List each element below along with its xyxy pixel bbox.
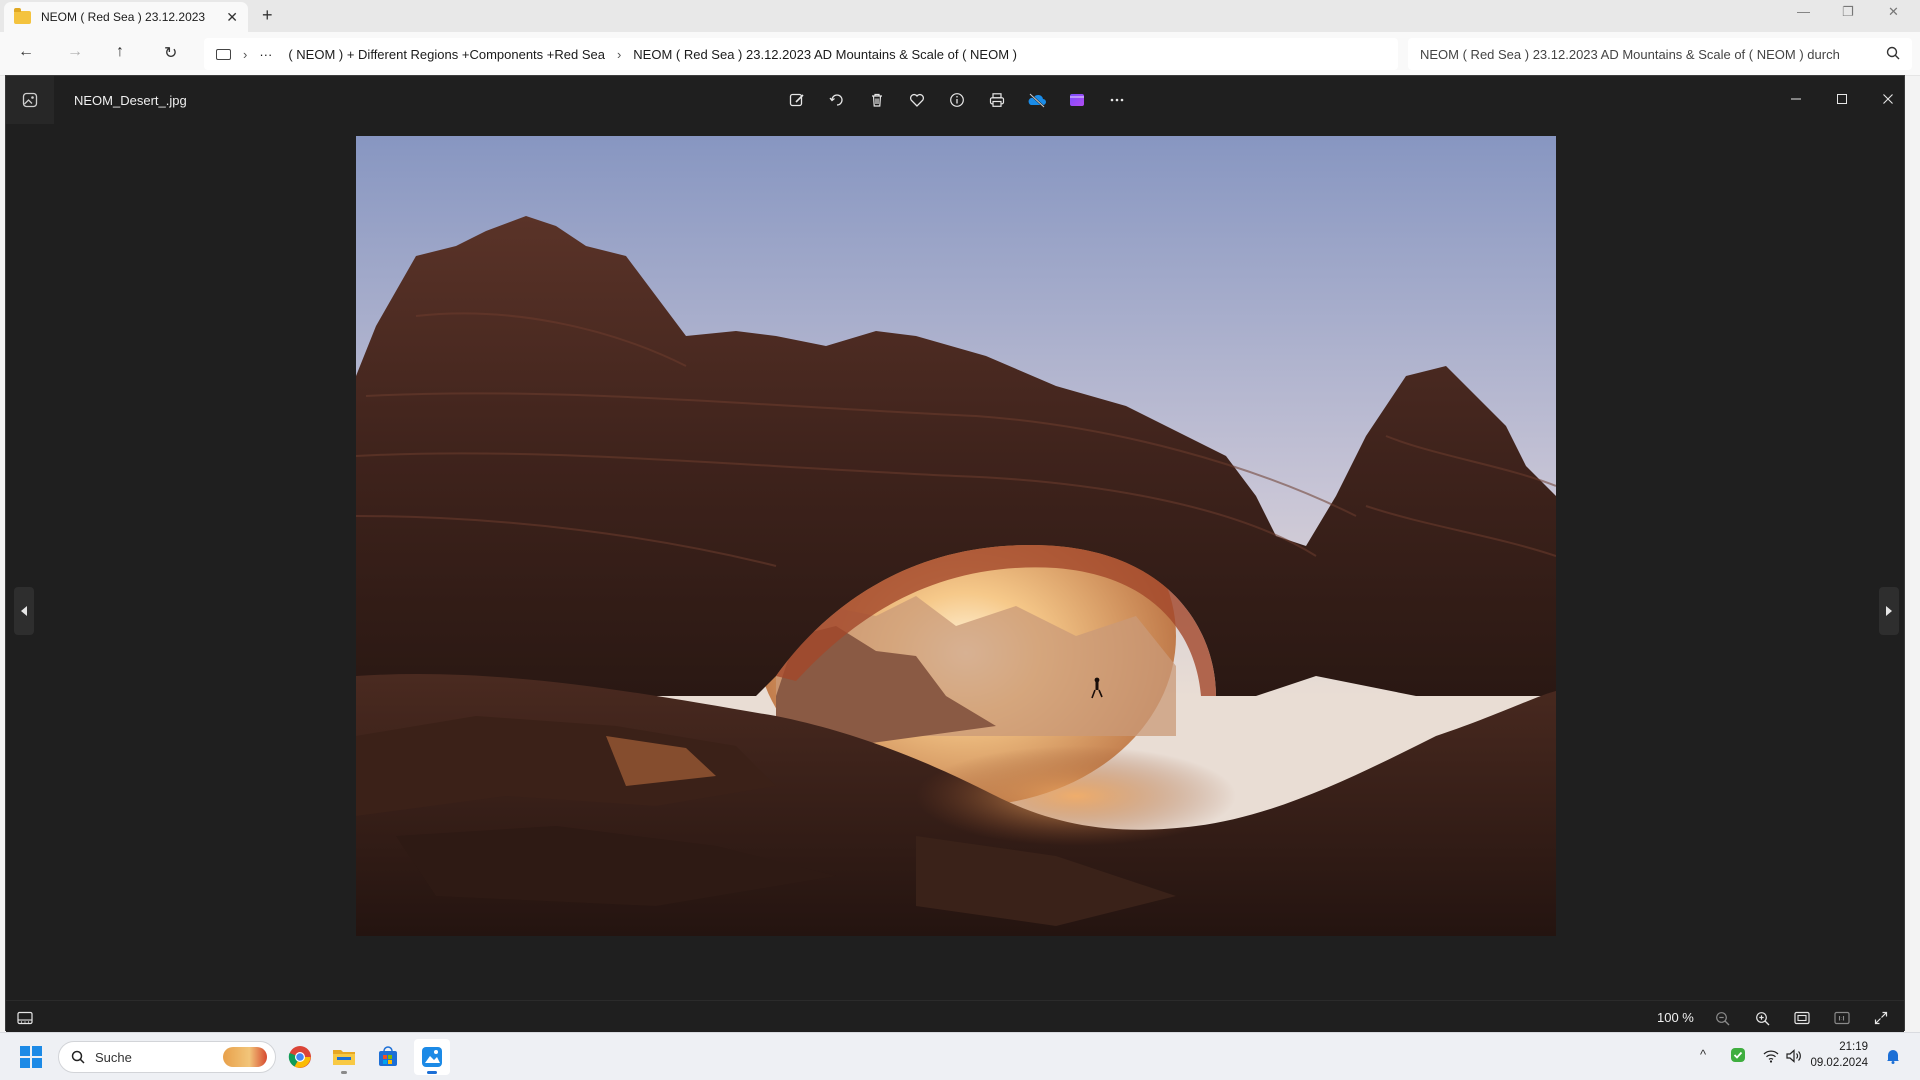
delete-icon[interactable] <box>864 87 890 113</box>
file-explorer-app-icon[interactable] <box>326 1039 362 1075</box>
photo-file-name: NEOM_Desert_.jpg <box>74 93 187 108</box>
photos-titlebar: NEOM_Desert_.jpg <box>6 76 1904 124</box>
volume-icon[interactable] <box>1785 1048 1803 1067</box>
print-icon[interactable] <box>984 87 1010 113</box>
breadcrumb-more[interactable]: ··· <box>259 47 272 62</box>
new-tab-button[interactable]: + <box>262 5 273 26</box>
folder-icon <box>14 7 31 24</box>
address-bar[interactable]: › ··· ( NEOM ) + Different Regions +Comp… <box>204 38 1398 70</box>
explorer-tab[interactable]: NEOM ( Red Sea ) 23.12.2023 ✕ <box>4 2 248 32</box>
photos-toolbar <box>784 87 1130 113</box>
tab-title: NEOM ( Red Sea ) 23.12.2023 <box>41 10 206 24</box>
search-icon <box>1886 46 1900 60</box>
taskbar-search-input[interactable]: Suche <box>58 1041 276 1073</box>
running-indicator <box>427 1071 437 1074</box>
photos-close-button[interactable] <box>1868 84 1908 114</box>
fullscreen-icon[interactable] <box>1870 1007 1892 1029</box>
more-options-icon[interactable] <box>1104 87 1130 113</box>
zoom-level: 100 % <box>1657 1010 1694 1025</box>
refresh-button[interactable]: ↻ <box>164 43 177 63</box>
running-indicator <box>341 1071 347 1074</box>
search-label: Suche <box>95 1049 132 1065</box>
info-icon[interactable] <box>944 87 970 113</box>
actual-size-icon[interactable] <box>1831 1007 1853 1029</box>
clipchamp-icon[interactable] <box>1064 87 1090 113</box>
photos-app-window: NEOM_Desert_.jpg 100 % <box>5 75 1905 1032</box>
microsoft-store-app-icon[interactable] <box>370 1039 406 1075</box>
photo-viewer-canvas <box>6 124 1904 967</box>
rotate-icon[interactable] <box>824 87 850 113</box>
next-image-button[interactable] <box>1879 587 1899 635</box>
forward-button[interactable]: → <box>67 43 83 61</box>
up-button[interactable]: ↑ <box>116 43 124 61</box>
edit-image-icon[interactable] <box>784 87 810 113</box>
explorer-navbar: ← → ↑ ↻ › ··· ( NEOM ) + Different Regio… <box>0 32 1920 76</box>
fit-to-window-icon[interactable] <box>1791 1007 1813 1029</box>
breadcrumb-item[interactable]: ( NEOM ) + Different Regions +Components… <box>288 47 605 62</box>
favorite-icon[interactable] <box>904 87 930 113</box>
computer-icon <box>216 48 231 60</box>
tab-close-button[interactable]: ✕ <box>226 9 238 26</box>
windows-start-icon[interactable] <box>20 1046 42 1068</box>
chevron-right-icon: › <box>616 46 622 62</box>
tray-overflow-chevron-icon[interactable]: ^ <box>1700 1047 1706 1062</box>
chevron-right-icon: › <box>243 46 248 62</box>
restore-button[interactable]: ❐ <box>1842 4 1854 20</box>
photo-image <box>356 136 1556 936</box>
zoom-in-icon[interactable] <box>1751 1007 1773 1029</box>
search-highlight-image <box>223 1047 267 1067</box>
explorer-tabstrip: NEOM ( Red Sea ) 23.12.2023 ✕ + — ❐ ✕ <box>0 0 1920 32</box>
notification-bell-icon[interactable] <box>1886 1048 1900 1069</box>
taskbar: Suche ^ 21:19 09.02.2024 <box>0 1032 1920 1080</box>
minimize-button[interactable]: — <box>1797 4 1810 19</box>
close-button[interactable]: ✕ <box>1888 4 1899 20</box>
photos-maximize-button[interactable] <box>1822 84 1862 114</box>
photos-minimize-button[interactable] <box>1776 84 1816 114</box>
zoom-out-icon[interactable] <box>1711 1007 1733 1029</box>
explorer-search-input[interactable]: NEOM ( Red Sea ) 23.12.2023 AD Mountains… <box>1408 38 1912 70</box>
photos-statusbar: 100 % <box>6 1000 1904 1032</box>
search-placeholder: NEOM ( Red Sea ) 23.12.2023 AD Mountains… <box>1420 46 1840 62</box>
system-clock[interactable]: 21:19 09.02.2024 <box>1808 1039 1868 1071</box>
filmstrip-icon[interactable] <box>14 1007 36 1029</box>
photos-app-icon[interactable] <box>414 1039 450 1075</box>
security-shield-icon[interactable] <box>1730 1047 1746 1066</box>
clock-date: 09.02.2024 <box>1810 1057 1868 1069</box>
wifi-icon[interactable] <box>1763 1049 1779 1066</box>
chrome-app-icon[interactable] <box>282 1039 318 1075</box>
back-button[interactable]: ← <box>18 43 34 61</box>
gallery-icon[interactable] <box>6 76 54 124</box>
breadcrumb-item[interactable]: NEOM ( Red Sea ) 23.12.2023 AD Mountains… <box>633 47 1017 62</box>
clock-time: 21:19 <box>1839 1041 1868 1053</box>
onedrive-icon[interactable] <box>1024 87 1050 113</box>
search-icon <box>71 1050 85 1064</box>
previous-image-button[interactable] <box>14 587 34 635</box>
